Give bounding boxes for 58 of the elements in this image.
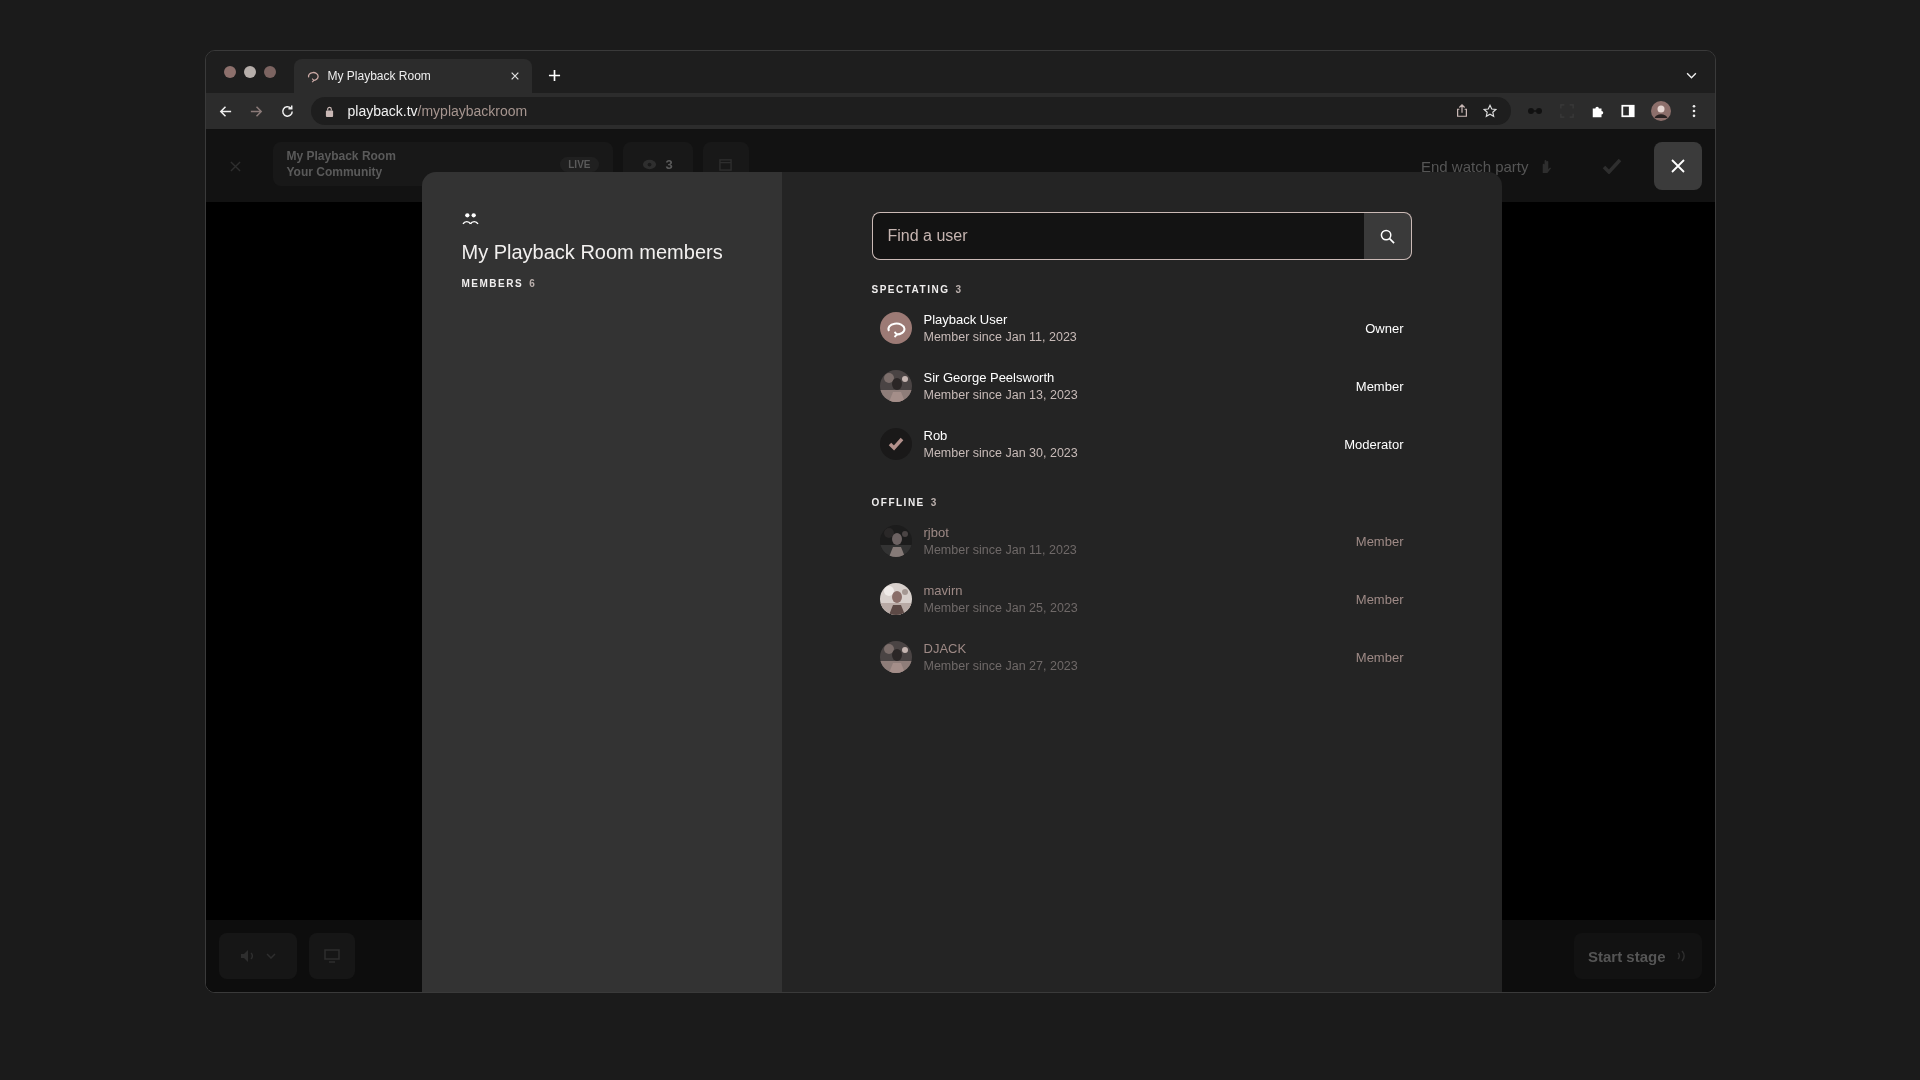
url-text: playback.tv/myplaybackroom — [347, 103, 528, 119]
member-role: Member — [1355, 533, 1404, 549]
community-name: Your Community — [286, 165, 384, 179]
maximize-window-icon[interactable] — [263, 66, 276, 78]
tab-title: My Playback Room — [327, 69, 432, 83]
member-name: Rob — [923, 428, 949, 443]
people-icon — [461, 212, 479, 225]
member-role: Owner — [1365, 320, 1404, 336]
member-role: Member — [1355, 378, 1404, 394]
members-label: MEMBERS — [461, 278, 524, 289]
close-button[interactable] — [1653, 142, 1702, 190]
viewer-count: 3 — [665, 156, 673, 172]
close-icon — [1670, 159, 1685, 173]
browser-tab[interactable]: My Playback Room — [293, 59, 532, 93]
member-since: Member since Jan 30, 2023 — [923, 446, 1079, 460]
member-since: Member since Jan 13, 2023 — [923, 388, 1079, 402]
chevron-down-icon[interactable] — [1685, 72, 1697, 79]
minimize-window-icon[interactable] — [243, 66, 256, 78]
dialog-title: My Playback Room members — [461, 241, 723, 264]
eye-icon — [642, 157, 658, 171]
check-avatar-icon — [879, 428, 912, 460]
member-name: rjbot — [923, 525, 950, 540]
loop-icon — [305, 69, 320, 83]
member-name: DJACK — [923, 641, 968, 656]
loop-avatar-icon — [879, 312, 912, 344]
star-icon[interactable] — [1482, 104, 1497, 118]
member-name: Playback User — [923, 312, 1009, 327]
live-badge: LIVE — [560, 156, 599, 172]
member-name: mavirn — [923, 583, 964, 598]
member-role: Member — [1355, 591, 1404, 607]
member-since: Member since Jan 11, 2023 — [923, 543, 1078, 557]
member-since: Member since Jan 25, 2023 — [923, 601, 1079, 615]
broadcast-icon — [1675, 949, 1688, 963]
plus-icon[interactable] — [547, 69, 561, 82]
member-since: Member since Jan 11, 2023 — [923, 330, 1078, 344]
section-title: OFFLINE — [871, 497, 925, 508]
section-count: 3 — [955, 284, 962, 295]
start-stage-button[interactable]: Start stage — [1573, 933, 1702, 979]
member-role: Member — [1355, 649, 1404, 665]
section-title: SPECTATING — [871, 284, 950, 295]
member-role: Moderator — [1344, 436, 1404, 452]
member-since: Member since Jan 27, 2023 — [923, 659, 1079, 673]
share-icon[interactable] — [1454, 104, 1469, 118]
check-icon[interactable] — [1601, 158, 1622, 174]
chevron-down-icon — [265, 953, 276, 959]
reload-icon[interactable] — [279, 103, 295, 119]
end-watch-party-button[interactable]: End watch party — [1420, 157, 1529, 175]
side-panel-icon[interactable] — [1620, 104, 1635, 118]
lock-icon — [324, 105, 334, 117]
address-bar[interactable]: playback.tv/myplaybackroom — [310, 97, 1511, 125]
member-name: Sir George Peelsworth — [923, 370, 1056, 385]
room-name: My Playback Room — [286, 149, 397, 163]
puzzle-icon[interactable] — [1590, 104, 1605, 118]
section-count: 3 — [930, 497, 937, 508]
members-count: 6 — [529, 278, 535, 289]
speaker-icon — [239, 949, 256, 963]
close-window-icon[interactable] — [223, 66, 236, 78]
profile-avatar[interactable] — [1650, 101, 1671, 121]
